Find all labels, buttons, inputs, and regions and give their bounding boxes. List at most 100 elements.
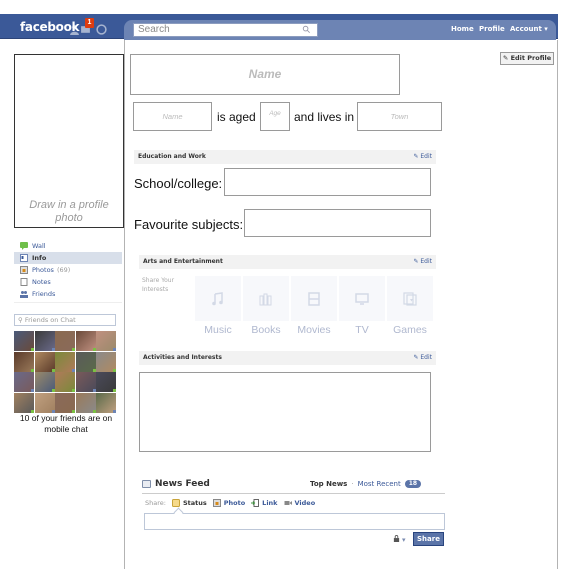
friend-avatar[interactable] <box>96 331 116 351</box>
share-video-option[interactable]: Video <box>284 499 316 507</box>
subjects-field[interactable] <box>244 209 431 237</box>
info-icon <box>20 254 28 262</box>
friend-avatar[interactable] <box>55 392 75 413</box>
friend-avatar[interactable] <box>14 372 34 392</box>
status-icon <box>171 499 180 507</box>
interest-label: TV <box>355 324 369 336</box>
news-feed-label: News Feed <box>155 479 210 489</box>
sidebar-item-info[interactable]: Info <box>14 252 122 264</box>
photo-icon <box>212 499 221 507</box>
chat-search-icon: ⚲ <box>18 316 25 324</box>
interest-games[interactable]: Games <box>387 276 433 336</box>
share-options: Share: Status Photo Link Video <box>145 499 321 507</box>
activities-section-title: Activities and Interests <box>143 354 222 361</box>
pencil-icon: ✎ <box>502 54 511 62</box>
friend-avatar[interactable] <box>96 392 116 413</box>
friend-avatar[interactable] <box>75 331 96 351</box>
interest-books[interactable]: Books <box>243 276 289 336</box>
interest-tile <box>195 276 241 321</box>
games-icon <box>403 291 417 306</box>
books-icon <box>259 293 272 305</box>
interest-music[interactable]: Music <box>195 276 241 336</box>
education-edit-link[interactable]: ✎ Edit <box>413 153 432 160</box>
tab-most-recent[interactable]: Most Recent <box>358 480 401 488</box>
friends-on-chat-search[interactable]: ⚲ Friends on Chat <box>14 314 116 326</box>
notifications-globe-icon[interactable] <box>96 22 107 35</box>
friend-avatar[interactable] <box>34 372 55 392</box>
mobile-chat-note: 10 of your friends are on mobile chat <box>19 413 113 434</box>
interest-tile <box>243 276 289 321</box>
nav-account[interactable]: Account ▾ <box>510 25 548 33</box>
lives-in-text: and lives in <box>294 110 355 124</box>
profile-photo-placeholder[interactable]: Draw in a profile photo <box>14 54 124 228</box>
search-icon[interactable] <box>302 25 312 35</box>
sentence-name-field[interactable]: Name <box>133 102 212 131</box>
sidebar-item-label: Wall <box>32 242 46 250</box>
sidebar-item-label: Notes <box>32 278 51 286</box>
share-button[interactable]: Share <box>413 532 444 546</box>
friend-requests-icon[interactable] <box>69 22 80 35</box>
arts-section-header: Arts and Entertainment ✎ Edit <box>139 255 436 269</box>
edit-label: Edit <box>420 153 432 160</box>
friend-avatar[interactable] <box>75 372 96 392</box>
friend-avatar[interactable] <box>34 392 55 413</box>
sidebar-divider <box>14 302 122 303</box>
right-column-border <box>557 40 558 569</box>
interest-label: Music <box>204 324 232 336</box>
interest-movies[interactable]: Movies <box>291 276 337 336</box>
video-icon <box>284 499 292 507</box>
edit-label: Edit <box>420 354 432 361</box>
friend-avatar[interactable] <box>55 372 75 392</box>
friend-avatar[interactable] <box>14 331 34 351</box>
share-link-option[interactable]: Link <box>251 499 278 507</box>
friend-avatar[interactable] <box>14 392 34 413</box>
friend-avatar[interactable] <box>96 372 116 392</box>
tab-top-news[interactable]: Top News <box>310 480 347 488</box>
school-field[interactable] <box>224 168 431 196</box>
friend-avatar[interactable] <box>14 351 34 372</box>
sidebar-item-photos[interactable]: Photos (69) <box>14 264 122 276</box>
sidebar-item-notes[interactable]: Notes <box>14 276 122 288</box>
friend-avatar[interactable] <box>55 351 75 372</box>
profile-photo-prompt: Draw in a profile photo <box>29 199 109 224</box>
friend-avatar[interactable] <box>55 331 75 351</box>
arts-edit-link[interactable]: ✎ Edit <box>413 258 432 265</box>
sidebar-item-friends[interactable]: Friends <box>14 288 122 300</box>
music-icon <box>212 291 223 305</box>
share-status-option[interactable]: Status <box>171 499 207 507</box>
edit-label: Edit <box>420 258 432 265</box>
share-option-label: Video <box>294 499 316 507</box>
tv-icon <box>355 292 369 305</box>
name-field[interactable]: Name <box>130 54 400 95</box>
news-feed-title: News Feed <box>142 479 210 489</box>
edit-profile-label: Edit Profile <box>510 54 552 62</box>
friend-avatar[interactable] <box>96 351 116 372</box>
town-field[interactable]: Town <box>357 102 442 131</box>
share-option-label: Link <box>262 499 278 507</box>
notification-badge[interactable]: 1 <box>85 18 94 28</box>
friend-avatar[interactable] <box>75 351 96 372</box>
friend-avatar[interactable] <box>34 331 55 351</box>
interest-tv[interactable]: TV <box>339 276 385 336</box>
interest-tile <box>291 276 337 321</box>
share-photo-option[interactable]: Photo <box>212 499 245 507</box>
edit-profile-button[interactable]: ✎ Edit Profile <box>500 52 554 65</box>
lock-icon <box>393 535 400 544</box>
privacy-selector[interactable]: ▾ <box>393 535 406 544</box>
activities-field[interactable] <box>139 372 431 452</box>
friend-avatar[interactable] <box>75 392 96 413</box>
nav-profile[interactable]: Profile <box>479 25 505 33</box>
nav-home[interactable]: Home <box>451 25 474 33</box>
search-input[interactable]: Search <box>133 23 318 37</box>
status-input[interactable] <box>144 513 445 530</box>
friends-icon <box>20 290 28 298</box>
movies-icon <box>308 291 320 306</box>
age-field[interactable]: Age <box>260 102 290 131</box>
sidebar-item-wall[interactable]: Wall <box>14 240 122 252</box>
chat-search-placeholder: Friends on Chat <box>24 316 76 324</box>
news-feed-divider <box>142 493 445 494</box>
activities-edit-link[interactable]: ✎ Edit <box>413 354 432 361</box>
friend-avatar[interactable] <box>34 351 55 372</box>
news-feed-tabs: Top News · Most Recent 18 <box>310 480 422 488</box>
link-icon <box>251 499 260 507</box>
